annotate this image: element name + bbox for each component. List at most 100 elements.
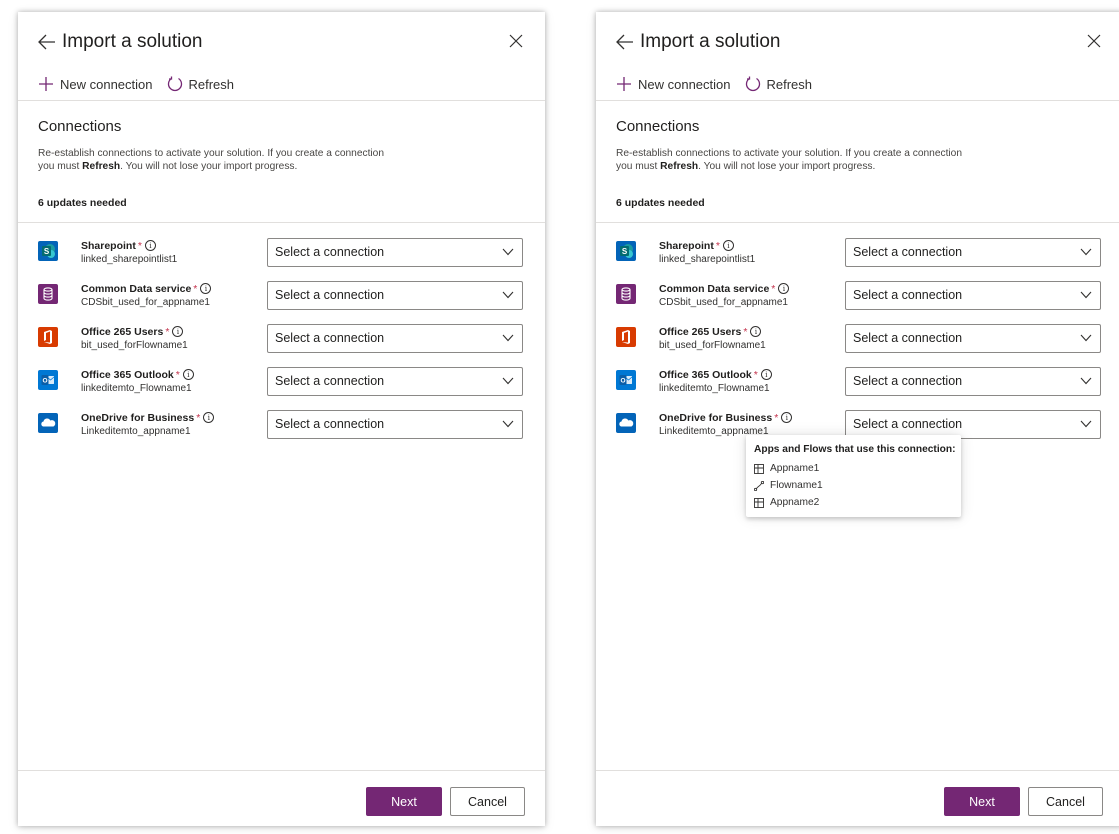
required-marker: * <box>774 412 779 424</box>
svg-text:O: O <box>42 378 47 385</box>
connection-name: OneDrive for Business * i <box>659 412 793 424</box>
connection-name: Office 265 Users * i <box>659 326 762 338</box>
back-arrow-icon[interactable] <box>616 34 634 50</box>
connection-reference: linked_sharepointlist1 <box>659 254 756 265</box>
office-icon <box>38 327 58 347</box>
usage-callout: Apps and Flows that use this connection:… <box>746 435 961 517</box>
close-icon[interactable] <box>1087 34 1101 48</box>
description-refresh-bold: Refresh <box>660 161 699 172</box>
info-icon[interactable]: i <box>200 283 212 294</box>
connection-row-dataverse: Common Data service * i CDSbit_used_for_ap… <box>38 281 525 324</box>
info-icon[interactable]: i <box>203 412 215 423</box>
connection-select[interactable]: Select a connection <box>845 281 1101 310</box>
info-icon[interactable]: i <box>182 369 194 380</box>
connection-select[interactable]: Select a connection <box>845 238 1101 267</box>
description-line2-end: . You will not lose your import progress… <box>698 161 876 172</box>
connection-name: Sharepoint * i <box>81 240 156 252</box>
panel-title: Import a solution <box>640 31 781 52</box>
info-icon[interactable]: i <box>781 412 793 423</box>
select-placeholder: Select a connection <box>275 288 385 302</box>
required-marker: * <box>175 369 180 381</box>
info-icon[interactable]: i <box>722 240 734 251</box>
connection-row-office-users: Office 265 Users * i bit_used_forFlowname1… <box>38 324 525 367</box>
chevron-down-icon <box>1080 291 1092 299</box>
connection-select[interactable]: Select a connection <box>267 367 523 396</box>
connection-select[interactable]: Select a connection <box>267 281 523 310</box>
description-refresh-bold: Refresh <box>82 161 121 172</box>
chevron-down-icon <box>502 248 514 256</box>
description-line2-start: you must <box>38 161 83 172</box>
new-connection-button[interactable]: New connection <box>616 76 731 92</box>
svg-text:S: S <box>44 247 50 256</box>
connection-row-outlook: O Office 365 Outlook * i linkeditemto_Flow… <box>616 367 1103 410</box>
callout-item-label: Appname1 <box>770 463 820 474</box>
callout-item-label: Appname2 <box>770 497 820 508</box>
connection-select[interactable]: Select a connection <box>267 410 523 439</box>
divider <box>18 222 545 223</box>
new-connection-button[interactable]: New connection <box>38 76 153 92</box>
footer-divider <box>18 770 545 771</box>
connection-reference: Linkeditemto_appname1 <box>81 426 191 437</box>
info-icon[interactable]: i <box>144 240 156 251</box>
updates-needed: 6 updates needed <box>616 197 705 209</box>
refresh-icon <box>745 76 760 92</box>
required-marker: * <box>771 283 776 295</box>
outlook-icon: O <box>38 370 58 390</box>
required-marker: * <box>196 412 201 424</box>
callout-item: Flowname1 <box>754 477 961 494</box>
required-marker: * <box>165 326 170 338</box>
updates-needed: 6 updates needed <box>38 197 127 209</box>
connection-row-dataverse: Common Data service * i CDSbit_used_for_ap… <box>616 281 1103 324</box>
cancel-button[interactable]: Cancel <box>1028 787 1103 816</box>
svg-text:S: S <box>622 247 628 256</box>
description: Re-establish connections to activate you… <box>38 147 438 173</box>
next-button[interactable]: Next <box>944 787 1020 816</box>
footer-divider <box>596 770 1119 771</box>
import-solution-panel: Import a solution New connection Refresh… <box>18 12 545 826</box>
required-marker: * <box>193 283 198 295</box>
select-placeholder: Select a connection <box>275 374 385 388</box>
section-title: Connections <box>616 118 700 135</box>
connection-row-sharepoint: S Sharepoint * i linked_sharepointlist1 Se… <box>616 238 1103 281</box>
callout-item-label: Flowname1 <box>770 480 823 491</box>
onedrive-icon <box>38 413 58 433</box>
info-icon[interactable]: i <box>760 369 772 380</box>
refresh-button[interactable]: Refresh <box>167 76 234 92</box>
command-bar: New connection Refresh <box>616 74 826 94</box>
section-title: Connections <box>38 118 122 135</box>
database-icon <box>616 284 636 304</box>
connection-reference: bit_used_forFlowname1 <box>659 340 766 351</box>
chevron-down-icon <box>502 377 514 385</box>
select-placeholder: Select a connection <box>853 288 963 302</box>
connection-name: Office 265 Users * i <box>81 326 184 338</box>
next-button[interactable]: Next <box>366 787 442 816</box>
description-line2-start: you must <box>616 161 661 172</box>
new-connection-label: New connection <box>638 76 731 92</box>
connection-reference: linkeditemto_Flowname1 <box>81 383 192 394</box>
description-line1: Re-establish connections to activate you… <box>616 148 963 159</box>
refresh-button[interactable]: Refresh <box>745 76 812 92</box>
connection-select[interactable]: Select a connection <box>267 238 523 267</box>
divider <box>596 100 1119 101</box>
info-icon[interactable]: i <box>778 283 790 294</box>
connection-select[interactable]: Select a connection <box>267 324 523 353</box>
cancel-button[interactable]: Cancel <box>450 787 525 816</box>
new-connection-label: New connection <box>60 76 153 92</box>
info-icon[interactable]: i <box>172 326 184 337</box>
connection-name: OneDrive for Business * i <box>81 412 215 424</box>
connection-name: Common Data service * i <box>659 283 790 295</box>
connection-select[interactable]: Select a connection <box>845 324 1101 353</box>
description-line1: Re-establish connections to activate you… <box>38 148 385 159</box>
required-marker: * <box>715 240 720 252</box>
info-icon[interactable]: i <box>750 326 762 337</box>
connection-reference: linkeditemto_Flowname1 <box>659 383 770 394</box>
connection-name: Office 365 Outlook * i <box>81 369 194 381</box>
close-icon[interactable] <box>509 34 523 48</box>
onedrive-icon <box>616 413 636 433</box>
footer: Next Cancel <box>366 787 525 816</box>
panel-header: Import a solution <box>616 28 780 56</box>
back-arrow-icon[interactable] <box>38 34 56 50</box>
connection-select[interactable]: Select a connection <box>845 367 1101 396</box>
select-placeholder: Select a connection <box>275 245 385 259</box>
divider <box>596 222 1119 223</box>
